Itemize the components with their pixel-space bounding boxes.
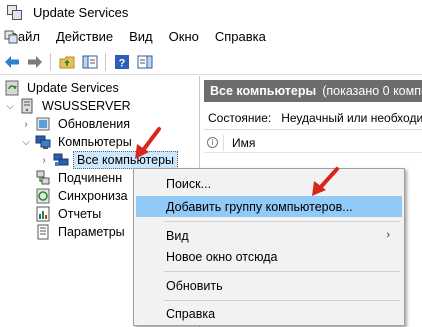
window-title: Update Services xyxy=(33,5,129,20)
toolbar-separator xyxy=(105,52,106,71)
show-hide-console-tree-button[interactable] xyxy=(79,52,101,72)
forward-button[interactable] xyxy=(24,52,46,72)
column-header-row: i Имя xyxy=(204,133,422,153)
console-tree-icon xyxy=(82,55,98,68)
context-menu-item-label: Обновить xyxy=(166,278,223,293)
downstream-servers-icon xyxy=(36,170,50,185)
context-menu-item-label: Вид xyxy=(166,228,189,243)
update-services-icon xyxy=(5,80,19,96)
tree-item-downstream-servers[interactable]: Подчиненн xyxy=(32,169,125,187)
mmc-app-icon xyxy=(7,4,23,21)
context-menu: Поиск... Добавить группу компьютеров... … xyxy=(133,168,405,326)
options-icon xyxy=(37,224,49,240)
context-menu-item-help[interactable]: Справка xyxy=(136,303,402,324)
help-icon: ? xyxy=(115,54,129,69)
back-arrow-icon xyxy=(5,55,19,68)
tree-item-synchronizations[interactable]: Синхрониза xyxy=(32,187,131,205)
results-header: Все компьютеры (показано 0 компью xyxy=(204,80,422,102)
results-header-title: Все компьютеры xyxy=(210,84,317,98)
tree-item-label: Update Services xyxy=(27,81,119,95)
context-menu-item-label: Поиск... xyxy=(166,176,212,191)
tree-item-update-services[interactable]: Update Services xyxy=(4,79,122,97)
computer-group-icon xyxy=(53,153,69,166)
help-button[interactable]: ? xyxy=(111,52,133,72)
folder-up-icon xyxy=(59,56,75,68)
red-annotation-arrow-icon xyxy=(312,167,339,196)
column-header-name[interactable]: Имя xyxy=(232,136,255,150)
system-menu-icon[interactable] xyxy=(4,30,18,44)
menu-action[interactable]: Действие xyxy=(48,25,121,49)
show-action-pane-button[interactable] xyxy=(134,52,156,72)
tree-item-label: Компьютеры xyxy=(58,135,132,149)
status-filter-dropdown[interactable]: Неудачный или необходи xyxy=(281,111,422,125)
chevron-right-icon[interactable]: › xyxy=(20,118,32,130)
tree-item-computers[interactable]: ⌵ Компьютеры xyxy=(20,133,135,151)
tree-item-options[interactable]: Параметры xyxy=(32,223,128,241)
context-menu-item-new-window[interactable]: Новое окно отсюда xyxy=(136,246,402,267)
updates-icon xyxy=(36,117,50,131)
tree-item-reports[interactable]: Отчеты xyxy=(32,205,104,223)
menu-view[interactable]: Вид xyxy=(121,25,161,49)
toolbar: ? xyxy=(0,49,422,75)
computers-icon xyxy=(35,135,51,149)
context-menu-item-add-computer-group[interactable]: Добавить группу компьютеров... xyxy=(136,196,402,217)
red-annotation-arrow-icon xyxy=(135,127,161,159)
up-one-level-button[interactable] xyxy=(56,52,78,72)
context-menu-item-search[interactable]: Поиск... xyxy=(136,173,402,194)
reports-icon xyxy=(36,206,50,222)
status-filter-row: Состояние: Неудачный или необходи xyxy=(204,106,422,130)
menu-separator xyxy=(164,300,400,301)
context-menu-item-view[interactable]: Вид › xyxy=(136,225,402,246)
toolbar-separator xyxy=(50,52,51,71)
tree-item-label: Обновления xyxy=(58,117,130,131)
tree-item-label: WSUSSERVER xyxy=(42,99,131,113)
column-separator[interactable] xyxy=(223,134,224,151)
chevron-down-icon[interactable]: ⌵ xyxy=(4,100,16,112)
forward-arrow-icon xyxy=(28,55,42,68)
chevron-right-icon[interactable]: › xyxy=(38,154,50,166)
tree-item-wsusserver[interactable]: ⌵ WSUSSERVER xyxy=(4,97,134,115)
status-label: Состояние: xyxy=(208,110,272,125)
tree-item-label: Подчиненн xyxy=(58,171,123,185)
menu-bar: Файл Действие Вид Окно Справка xyxy=(0,25,422,49)
menu-separator xyxy=(164,221,400,222)
results-header-info: (показано 0 компью xyxy=(322,84,422,98)
server-icon xyxy=(21,98,33,114)
context-menu-item-label: Новое окно отсюда xyxy=(166,249,278,264)
action-pane-icon xyxy=(137,55,153,68)
tree-item-label: Отчеты xyxy=(58,207,102,221)
context-menu-item-refresh[interactable]: Обновить xyxy=(136,275,402,296)
tree-item-label: Параметры xyxy=(58,225,125,239)
context-menu-item-label: Добавить группу компьютеров... xyxy=(166,199,353,214)
svg-text:?: ? xyxy=(119,57,126,69)
sync-icon xyxy=(36,188,50,204)
menu-window[interactable]: Окно xyxy=(161,25,207,49)
chevron-down-icon[interactable]: ⌵ xyxy=(20,136,32,148)
tree-item-updates[interactable]: › Обновления xyxy=(20,115,133,133)
tree-item-label: Синхрониза xyxy=(58,189,128,203)
back-button[interactable] xyxy=(1,52,23,72)
chevron-right-icon: › xyxy=(386,229,390,241)
menu-help[interactable]: Справка xyxy=(207,25,274,49)
title-bar: Update Services xyxy=(0,0,422,25)
info-icon[interactable]: i xyxy=(207,137,218,148)
context-menu-item-label: Справка xyxy=(166,306,216,321)
menu-separator xyxy=(164,271,400,272)
